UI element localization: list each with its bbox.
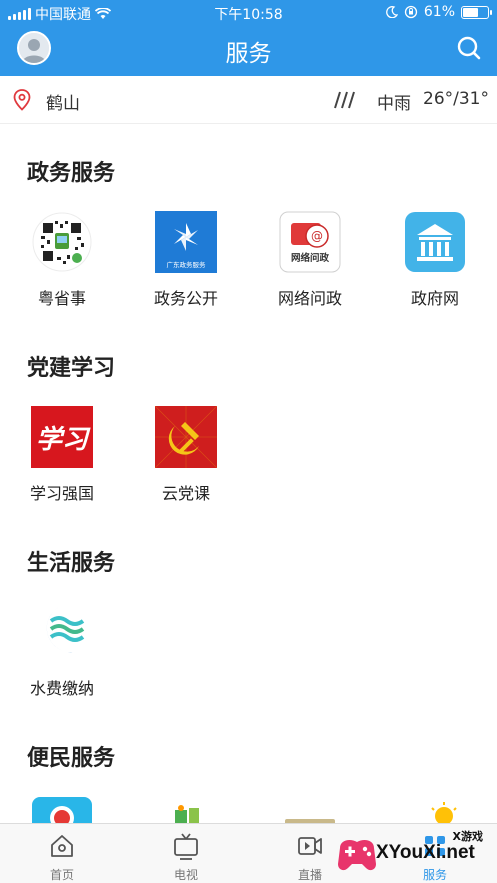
tab-label: 首页 [49, 868, 74, 882]
battery-fill [463, 7, 478, 17]
battery-icon [461, 5, 492, 19]
svg-text:@: @ [311, 229, 323, 243]
location-city: 鹤山 [46, 94, 80, 114]
status-right: 61% [386, 4, 492, 20]
section-title-convenience: 便民服务 [27, 746, 116, 771]
battery-percent: 61% [423, 4, 455, 20]
tab-tv[interactable]: 电视 [136, 824, 236, 883]
gov-open-icon: 广东政务服务 [155, 211, 217, 273]
nav-bar: 服务 [0, 24, 497, 76]
service-label: 政务公开 [153, 289, 218, 308]
tv-icon [174, 833, 198, 860]
search-icon[interactable] [455, 34, 483, 62]
service-item-xuexiqiangguo[interactable]: 学习 学习强国 [12, 406, 112, 504]
online-inquiry-icon-text: 网络问政 [291, 252, 330, 264]
service-item-zhengwugongkai[interactable]: 广东政务服务 政务公开 [136, 211, 236, 309]
section-title-party: 党建学习 [27, 356, 116, 381]
tab-label: 电视 [173, 868, 198, 882]
service-item-zhengfuwang[interactable]: 政府网 [385, 211, 485, 309]
qr-code-icon [31, 211, 93, 273]
service-label: 水费缴纳 [29, 679, 94, 698]
service-label: 粤省事 [37, 289, 86, 308]
government-building-icon [404, 211, 466, 273]
home-icon [51, 835, 73, 857]
section-title-gov: 政务服务 [27, 161, 116, 186]
service-item-wangluowenzheng[interactable]: @ 网络问政 网络问政 [260, 211, 360, 309]
page-title: 服务 [225, 41, 272, 67]
weather-condition: 中雨 [377, 94, 411, 114]
weather-temperature: 26°/31° [423, 89, 489, 109]
online-inquiry-icon: @ 网络问政 [279, 211, 341, 273]
service-item-yueshengshi[interactable]: 粤省事 [12, 211, 112, 309]
water-wave-icon [31, 601, 93, 663]
service-label: 政府网 [410, 289, 459, 308]
xuexi-icon-text: 学习 [36, 425, 91, 455]
status-bar: 中国联通 下午10:58 61% [0, 0, 497, 24]
location-pin-icon [13, 89, 31, 111]
service-label: 云党课 [161, 484, 210, 503]
watermark-en: XYouXi.net [376, 842, 475, 863]
gamepad-logo-icon [338, 840, 376, 871]
service-label: 学习强国 [29, 484, 94, 503]
section-title-life: 生活服务 [27, 551, 116, 576]
video-icon [298, 837, 322, 855]
weather-bar[interactable]: 鹤山 中雨 26°/31° [0, 76, 497, 124]
tab-home[interactable]: 首页 [12, 824, 112, 883]
rotation-lock-icon [404, 5, 418, 19]
site-watermark: X游戏 XYouXi.net [330, 826, 497, 883]
service-item-shuifeijiaona[interactable]: 水费缴纳 [12, 601, 112, 699]
service-label: 网络问政 [277, 289, 342, 308]
party-emblem-icon [154, 405, 218, 469]
service-item-yundangke[interactable]: 云党课 [136, 405, 236, 504]
xuexi-icon: 学习 [31, 406, 93, 468]
moon-icon [386, 6, 398, 18]
gov-open-icon-text: 广东政务服务 [167, 260, 207, 269]
rain-icon [334, 91, 355, 109]
